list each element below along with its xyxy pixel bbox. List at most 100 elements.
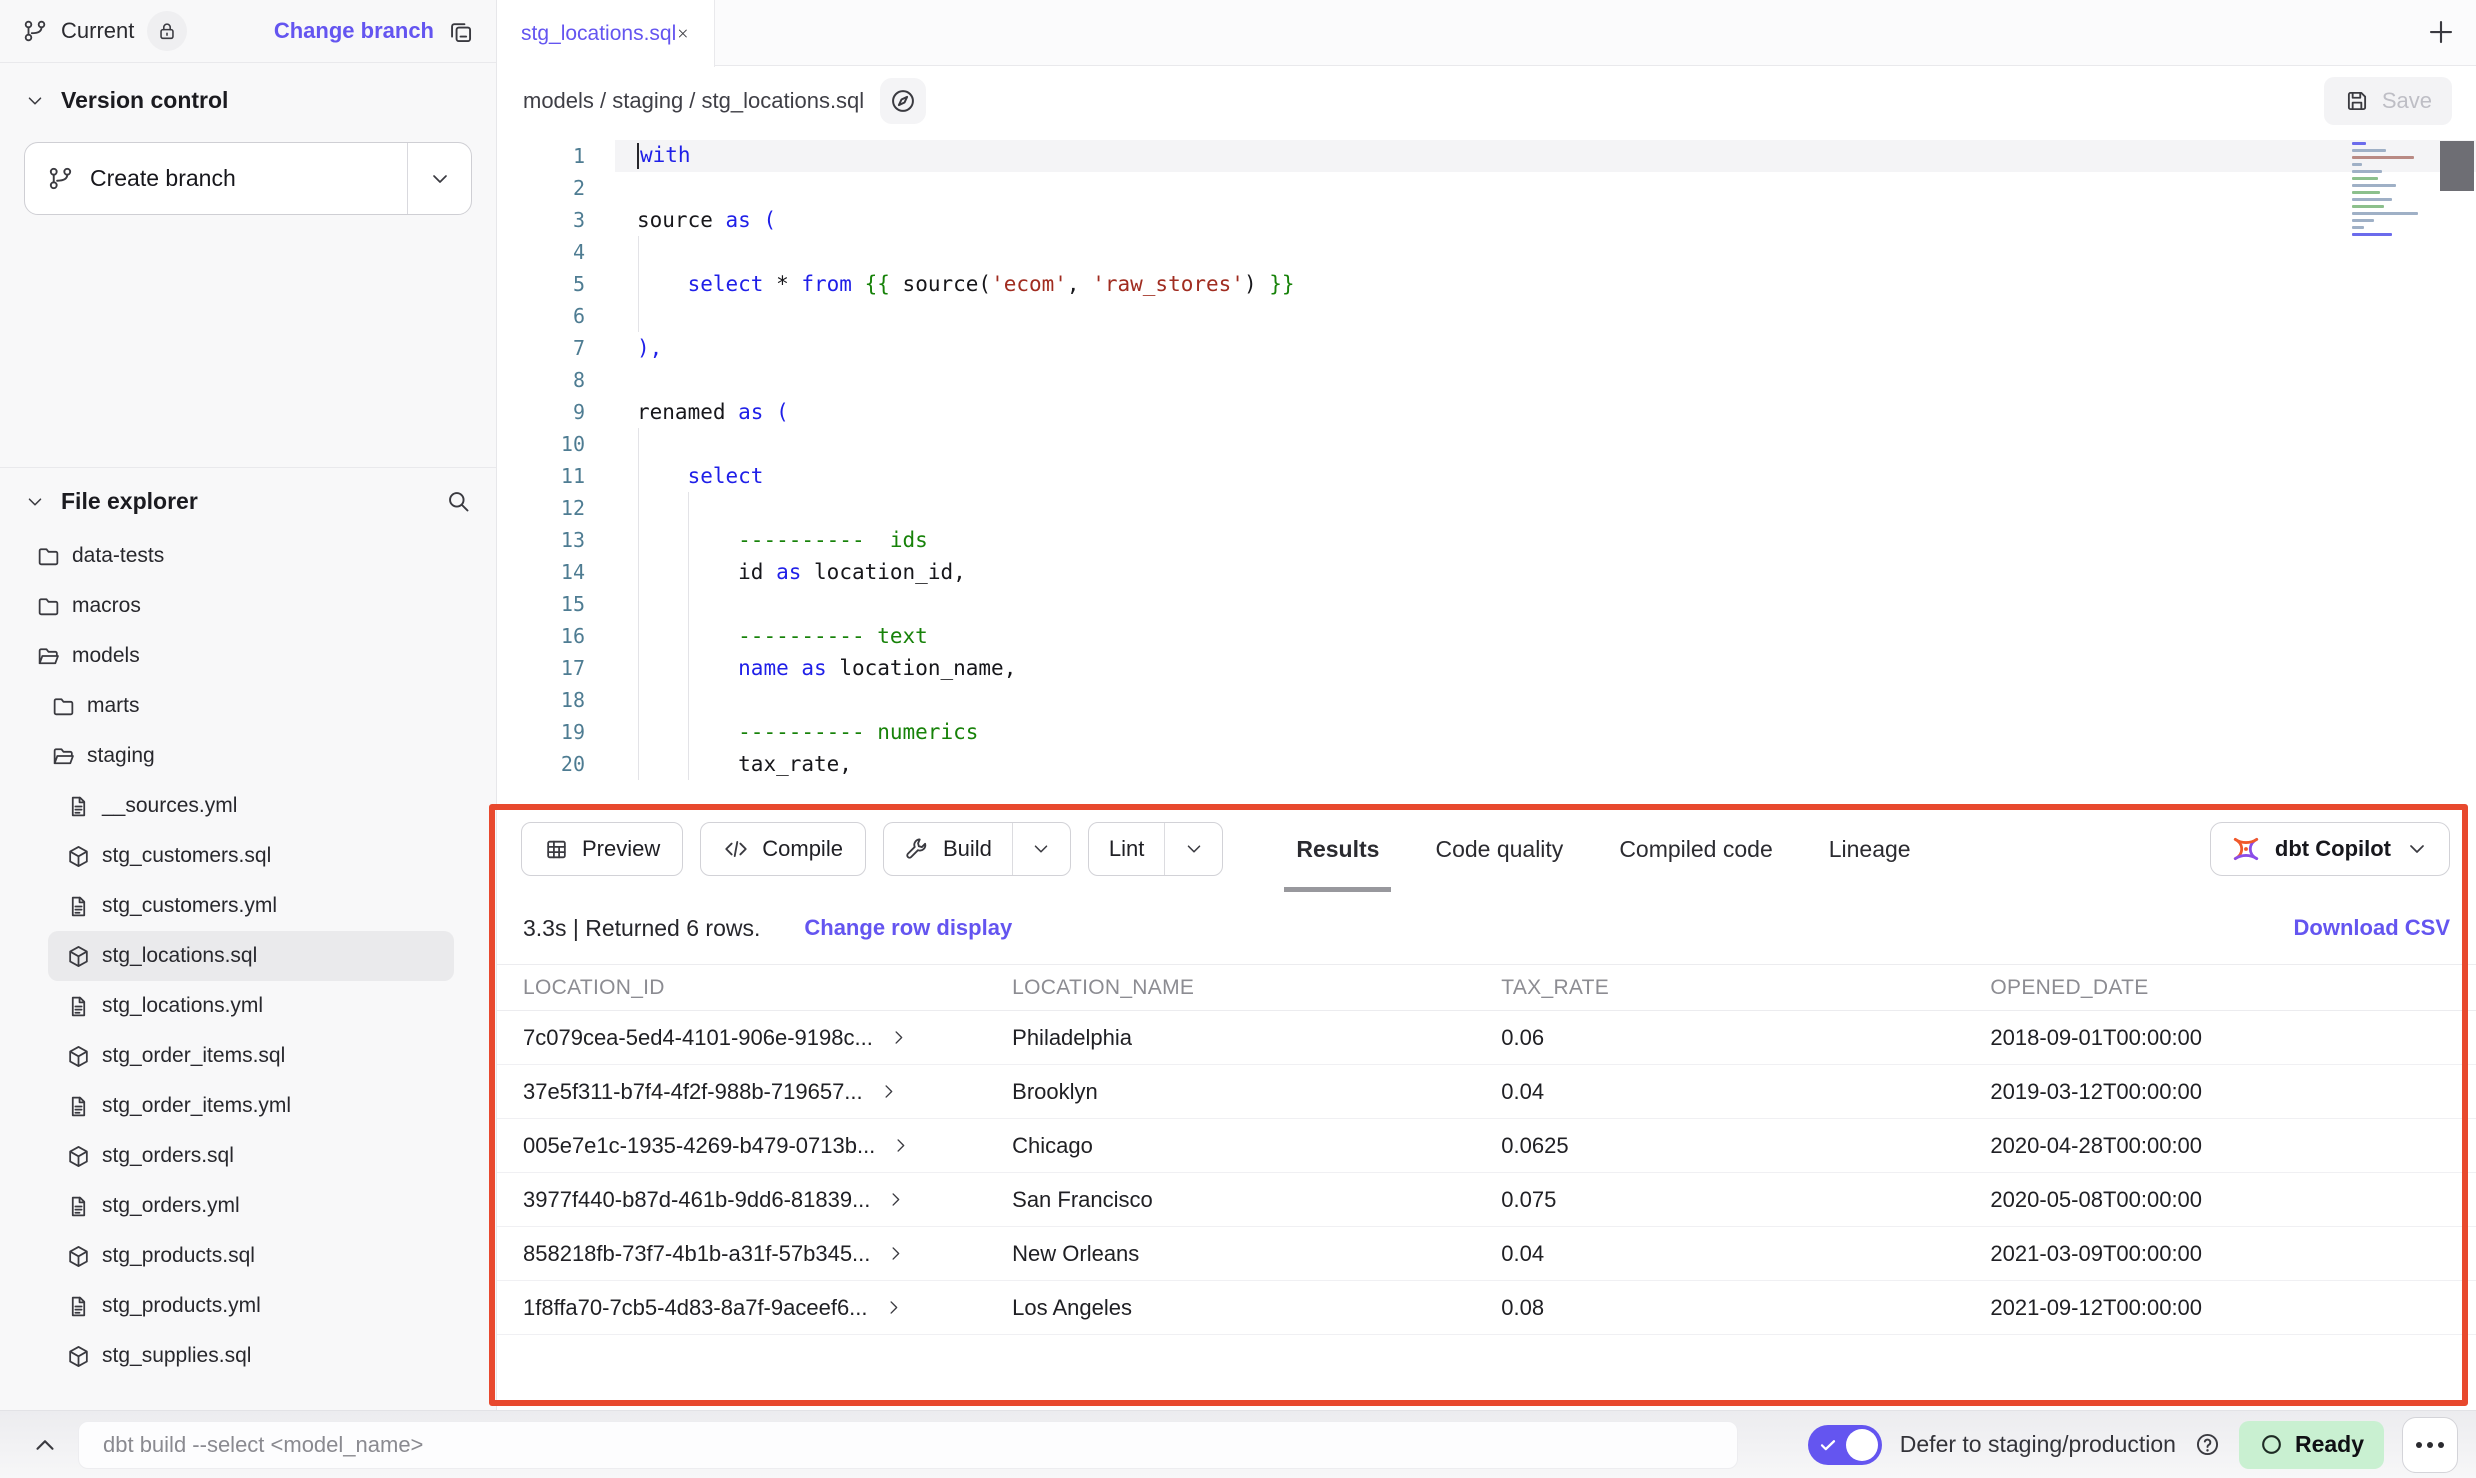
preview-button[interactable]: Preview bbox=[521, 822, 683, 876]
build-dropdown[interactable] bbox=[1012, 823, 1070, 875]
table-row[interactable]: 005e7e1c-1935-4269-b479-0713b...Chicago0… bbox=[497, 1119, 2476, 1173]
file-tree-item-models[interactable]: models bbox=[0, 631, 496, 681]
save-button[interactable]: Save bbox=[2324, 77, 2452, 125]
file-tree-item-stg-locations-yml[interactable]: stg_locations.yml bbox=[0, 981, 496, 1031]
code-text: ---------- text bbox=[637, 624, 928, 648]
expand-row-chevron-icon[interactable] bbox=[886, 1190, 905, 1209]
table-cell: San Francisco bbox=[1012, 1187, 1501, 1213]
copy-icon[interactable] bbox=[447, 18, 474, 45]
compile-button[interactable]: Compile bbox=[700, 822, 866, 876]
help-icon[interactable] bbox=[2194, 1431, 2221, 1458]
file-tree-item-stg-supplies-sql[interactable]: stg_supplies.sql bbox=[0, 1331, 496, 1381]
file-tree-item-stg-order-items-yml[interactable]: stg_order_items.yml bbox=[0, 1081, 496, 1131]
editor-scrollbar[interactable] bbox=[2440, 141, 2474, 191]
create-branch-dropdown[interactable] bbox=[407, 143, 471, 214]
line-number: 11 bbox=[497, 464, 585, 488]
file-name: stg_orders.yml bbox=[102, 1194, 240, 1218]
code-line-14: 14 id as location_id, bbox=[497, 556, 2476, 588]
file-name: staging bbox=[87, 744, 155, 768]
file-icon bbox=[66, 1294, 91, 1319]
lineage-compass-icon[interactable] bbox=[880, 78, 926, 124]
results-tab-code-quality[interactable]: Code quality bbox=[1407, 806, 1591, 892]
download-csv-link[interactable]: Download CSV bbox=[2294, 915, 2450, 941]
folder-icon bbox=[36, 594, 61, 619]
code-line-6: 6 bbox=[497, 300, 2476, 332]
table-cell: 2020-05-08T00:00:00 bbox=[1990, 1187, 2460, 1213]
file-tree-item--sources-yml[interactable]: __sources.yml bbox=[0, 781, 496, 831]
file-tree: data-testsmacrosmodelsmarts staging __sour… bbox=[0, 531, 496, 1381]
line-number: 14 bbox=[497, 560, 585, 584]
file-tree-item-stg-order-items-sql[interactable]: stg_order_items.sql bbox=[0, 1031, 496, 1081]
table-row[interactable]: 3977f440-b87d-461b-9dd6-81839... San Fran… bbox=[497, 1173, 2476, 1227]
file-tree-item-stg-customers-sql[interactable]: stg_customers.sql bbox=[0, 831, 496, 881]
table-row[interactable]: 37e5f311-b7f4-4f2f-988b-719657...Brookly… bbox=[497, 1065, 2476, 1119]
file-icon bbox=[66, 1194, 91, 1219]
file-name: stg_orders.sql bbox=[102, 1144, 234, 1168]
chevron-down-icon bbox=[24, 90, 46, 112]
expand-row-chevron-icon[interactable] bbox=[891, 1136, 910, 1155]
build-button[interactable]: Build bbox=[884, 823, 1012, 875]
file-tree-item-stg-orders-sql[interactable]: stg_orders.sql bbox=[0, 1131, 496, 1181]
file-tree-item-stg-locations-sql[interactable]: stg_locations.sql bbox=[48, 931, 454, 981]
lint-button[interactable]: Lint bbox=[1089, 823, 1164, 875]
file-icon bbox=[66, 1094, 91, 1119]
results-table: LOCATION_IDLOCATION_NAMETAX_RATEOPENED_D… bbox=[497, 964, 2476, 1335]
table-row[interactable]: 858218fb-73f7-4b1b-a31f-57b345...New Orl… bbox=[497, 1227, 2476, 1281]
folder-open-icon bbox=[36, 644, 61, 669]
file-tree-item-stg-products-yml[interactable]: stg_products.yml bbox=[0, 1281, 496, 1331]
line-number: 10 bbox=[497, 432, 585, 456]
cell-location-id: 3977f440-b87d-461b-9dd6-81839... bbox=[523, 1187, 870, 1213]
save-icon bbox=[2344, 88, 2370, 114]
chevron-up-icon[interactable] bbox=[30, 1430, 60, 1460]
dbt-copilot-button[interactable]: dbt Copilot bbox=[2210, 822, 2450, 876]
expand-row-chevron-icon[interactable] bbox=[889, 1028, 908, 1047]
expand-row-chevron-icon[interactable] bbox=[879, 1082, 898, 1101]
file-explorer-title: File explorer bbox=[61, 488, 198, 515]
version-control-header[interactable]: Version control bbox=[24, 87, 472, 114]
line-number: 1 bbox=[497, 144, 585, 168]
code-line-20: 20 tax_rate, bbox=[497, 748, 2476, 780]
table-row[interactable]: 7c079cea-5ed4-4101-906e-9198c...Philadel… bbox=[497, 1011, 2476, 1065]
results-tab-compiled-code[interactable]: Compiled code bbox=[1591, 806, 1800, 892]
change-branch-link[interactable]: Change branch bbox=[274, 18, 434, 44]
file-tree-item-staging[interactable]: staging bbox=[0, 731, 496, 781]
search-icon[interactable] bbox=[445, 488, 472, 515]
file-tree-item-marts[interactable]: marts bbox=[0, 681, 496, 731]
defer-toggle[interactable] bbox=[1808, 1425, 1882, 1465]
close-icon[interactable] bbox=[676, 22, 690, 45]
more-options-button[interactable] bbox=[2402, 1417, 2458, 1473]
results-tab-lineage[interactable]: Lineage bbox=[1801, 806, 1939, 892]
plus-icon bbox=[2426, 17, 2456, 47]
line-number: 17 bbox=[497, 656, 585, 680]
file-tree-item-stg-orders-yml[interactable]: stg_orders.yml bbox=[0, 1181, 496, 1231]
code-editor[interactable]: 1with23source as (45 select * from {{ so… bbox=[497, 134, 2476, 806]
breadcrumb-row: models / staging / stg_locations.sql Sav… bbox=[497, 67, 2476, 134]
table-cell: Los Angeles bbox=[1012, 1295, 1501, 1321]
file-tree-item-stg-products-sql[interactable]: stg_products.sql bbox=[0, 1231, 496, 1281]
build-split-button: Build bbox=[883, 822, 1071, 876]
indent-guide bbox=[638, 428, 639, 780]
file-tree-item-stg-customers-yml[interactable]: stg_customers.yml bbox=[0, 881, 496, 931]
ready-ring-icon bbox=[2259, 1432, 2284, 1457]
file-tree-item-data-tests[interactable]: data-tests bbox=[0, 531, 496, 581]
editor-tab-bar: stg_locations.sql bbox=[497, 0, 2476, 66]
results-tab-results[interactable]: Results bbox=[1268, 806, 1407, 892]
command-input[interactable] bbox=[78, 1421, 1738, 1469]
file-explorer-header[interactable]: File explorer bbox=[24, 488, 430, 515]
folder-icon bbox=[51, 694, 76, 719]
table-row[interactable]: 1f8ffa70-7cb5-4d83-8a7f-9aceef6...Los An… bbox=[497, 1281, 2476, 1335]
file-tree-item-macros[interactable]: macros bbox=[0, 581, 496, 631]
folder-icon bbox=[36, 544, 61, 569]
model-cube-icon bbox=[66, 1144, 91, 1169]
file-name: stg_products.yml bbox=[102, 1294, 261, 1318]
minimap[interactable] bbox=[2352, 142, 2432, 240]
new-tab-button[interactable] bbox=[2426, 17, 2456, 47]
chevron-down-icon bbox=[2405, 837, 2429, 861]
create-branch-button[interactable]: Create branch bbox=[25, 143, 407, 214]
lint-dropdown[interactable] bbox=[1164, 823, 1222, 875]
code-text: name as location_name, bbox=[637, 656, 1016, 680]
expand-row-chevron-icon[interactable] bbox=[884, 1298, 903, 1317]
change-row-display-link[interactable]: Change row display bbox=[804, 915, 1012, 941]
expand-row-chevron-icon[interactable] bbox=[886, 1244, 905, 1263]
tab-stg-locations-sql[interactable]: stg_locations.sql bbox=[497, 0, 715, 67]
